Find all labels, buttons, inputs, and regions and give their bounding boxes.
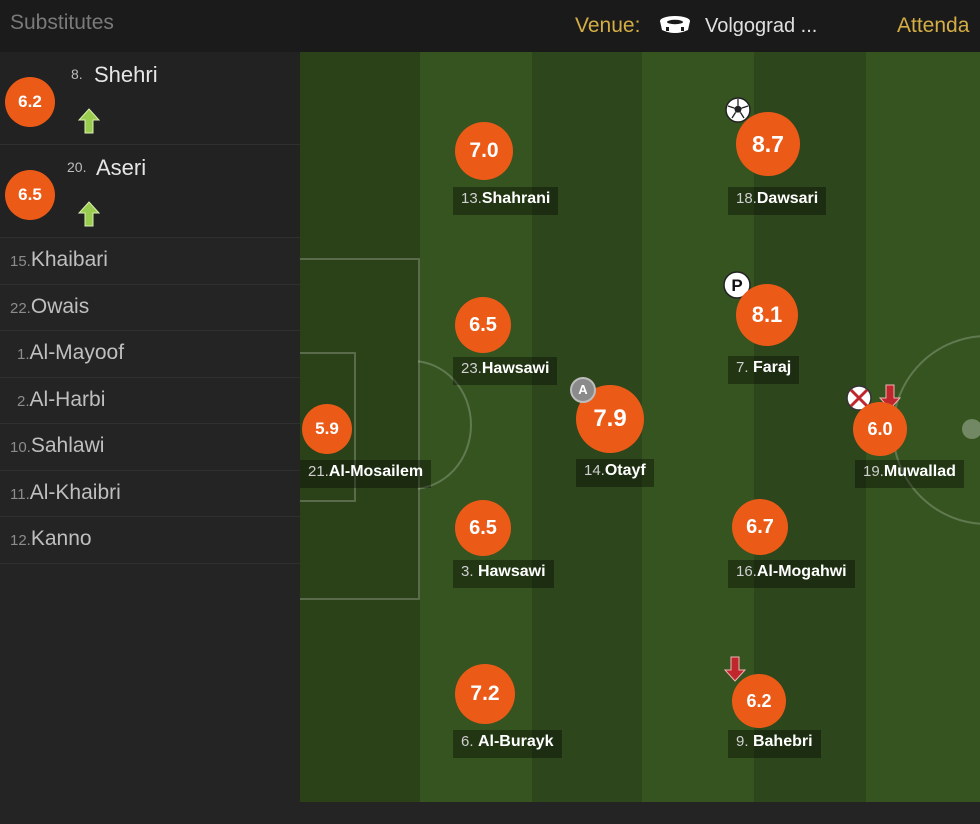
player-number: 21. [308, 463, 329, 480]
rating-badge: 6.7 [732, 499, 788, 555]
player-name: Hawsawi [477, 563, 546, 580]
player-label: 13.Shahrani [453, 187, 559, 215]
substitutes-title: Substitutes [0, 0, 300, 52]
player-number: 10. [10, 439, 31, 456]
bottom-strip [300, 802, 980, 824]
substitute-row[interactable]: 22.Owais [0, 285, 300, 331]
player-label: 16.Al-Mogahwi [728, 560, 855, 588]
player-name[interactable]: Al-Harbi [30, 388, 106, 411]
substitute-row[interactable]: 12.Kanno [0, 517, 300, 564]
player-label: 3. Hawsawi [453, 560, 554, 588]
player-name[interactable]: Al-Mayoof [30, 341, 125, 364]
sub-on-icon [77, 201, 101, 232]
center-spot [962, 419, 980, 439]
player-number: 19. [863, 463, 884, 480]
player-number: 11. [10, 485, 30, 503]
player-number: 18. [736, 190, 757, 207]
stadium-icon [658, 14, 692, 41]
player-label: 9. Bahebri [728, 730, 821, 758]
player-number: 2. [17, 392, 30, 410]
substitutes-panel: Substitutes 6.2 8. Shehri 6.5 20. Aseri … [0, 0, 300, 824]
rating-badge: 6.5 [5, 170, 55, 220]
substitute-row[interactable]: 2.Al-Harbi [0, 378, 300, 424]
player-number: 1. [17, 346, 30, 363]
venue-value[interactable]: Volgograd ... [705, 15, 817, 38]
player-number: 16. [736, 563, 757, 580]
rating-badge: 8.1 [736, 284, 798, 346]
player-name: Otayf [604, 462, 646, 479]
rating-badge: 6.2 [732, 674, 786, 728]
player-name[interactable]: Sahlawi [31, 434, 105, 457]
substitute-row[interactable]: 1.Al-Mayoof [0, 331, 300, 378]
player-name[interactable]: Owais [31, 295, 89, 318]
sub-on-icon [77, 108, 101, 139]
player-name: Hawsawi [481, 360, 550, 377]
player-label: 18.Dawsari [728, 187, 827, 215]
match-info-bar: Venue: Volgograd ... Attenda [300, 0, 980, 52]
pitch: 5.9 21.Al-Mosailem 7.0 13.Shahrani 6.5 2… [300, 52, 980, 802]
rating-badge: 7.0 [455, 122, 513, 180]
player-number: 13. [461, 190, 482, 207]
player-name: Dawsari [756, 190, 819, 207]
svg-text:P: P [731, 276, 742, 295]
player-name: Al-Mosailem [328, 463, 424, 480]
player-name: Shahrani [481, 190, 551, 207]
player-number: 12. [10, 532, 31, 549]
player-number: 23. [461, 360, 482, 377]
player-name: Faraj [752, 359, 792, 376]
player-number: 6. [461, 733, 474, 750]
rating-badge: 8.7 [736, 112, 800, 176]
rating-badge: 5.9 [302, 404, 352, 454]
substitute-row[interactable]: 11.Al-Khaibri [0, 471, 300, 517]
rating-badge: 6.5 [455, 297, 511, 353]
player-name: Bahebri [752, 733, 813, 750]
player-number: 7. [736, 359, 749, 376]
player-name[interactable]: Khaibari [31, 248, 108, 271]
player-name: Al-Mogahwi [756, 563, 847, 580]
substitute-row[interactable]: 6.2 8. Shehri [0, 52, 300, 145]
player-label: 19.Muwallad [855, 460, 964, 488]
player-name: Muwallad [883, 463, 956, 480]
rating-badge: 6.2 [5, 77, 55, 127]
player-name[interactable]: Kanno [31, 527, 92, 550]
substitute-row[interactable]: 10.Sahlawi [0, 424, 300, 471]
rating-badge: 7.2 [455, 664, 515, 724]
player-name[interactable]: Aseri [96, 155, 146, 181]
player-number: 8. [71, 66, 83, 82]
player-number: 22. [10, 299, 31, 317]
player-number: 15. [10, 253, 31, 270]
player-label: 6. Al-Burayk [453, 730, 562, 758]
player-name[interactable]: Al-Khaibri [30, 481, 121, 504]
player-number: 20. [67, 159, 87, 175]
captain-icon: A [570, 377, 596, 403]
player-label: 23.Hawsawi [453, 357, 558, 385]
player-label: 21.Al-Mosailem [300, 460, 432, 488]
player-label: 7. Faraj [728, 356, 800, 384]
substitute-row[interactable]: 15.Khaibari [0, 238, 300, 285]
rating-badge: 6.0 [853, 402, 907, 456]
venue-label: Venue: [575, 14, 641, 37]
rating-badge: 6.5 [455, 500, 511, 556]
player-name[interactable]: Shehri [94, 62, 158, 88]
match-lineup-view: Substitutes 6.2 8. Shehri 6.5 20. Aseri … [0, 0, 980, 824]
player-label: 14.Otayf [576, 459, 654, 487]
attendance-label: Attenda [897, 14, 970, 37]
player-number: 3. [461, 563, 474, 580]
player-number: 14. [584, 462, 605, 479]
substitute-row[interactable]: 6.5 20. Aseri [0, 145, 300, 238]
player-number: 9. [736, 733, 749, 750]
player-name: Al-Burayk [477, 733, 554, 750]
